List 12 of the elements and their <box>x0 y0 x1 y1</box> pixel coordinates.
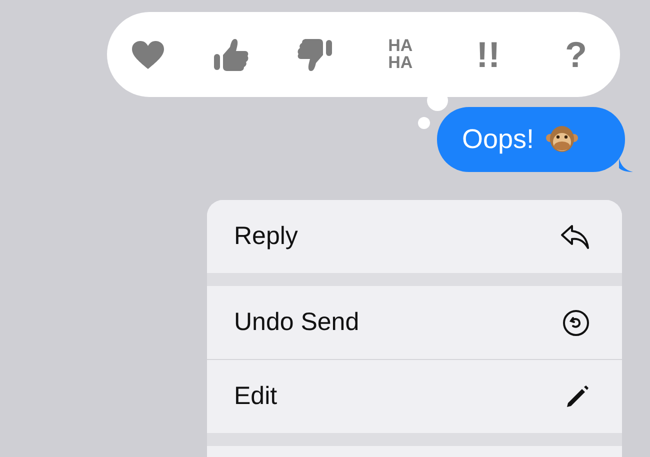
reaction-label[interactable]: !! <box>468 36 508 72</box>
thumbs-down-icon[interactable] <box>296 38 333 72</box>
reaction-label[interactable]: ? <box>556 36 596 72</box>
reply-icon <box>560 224 590 250</box>
reaction-label[interactable]: HA HA <box>380 38 420 71</box>
heart-icon[interactable] <box>131 40 165 70</box>
monkey-icon <box>546 124 578 154</box>
pencil-icon <box>564 384 590 410</box>
undo-icon <box>562 308 590 336</box>
thought-dot <box>418 117 430 129</box>
message-text: Oops! <box>462 124 534 155</box>
thumbs-up-icon[interactable] <box>212 38 249 72</box>
